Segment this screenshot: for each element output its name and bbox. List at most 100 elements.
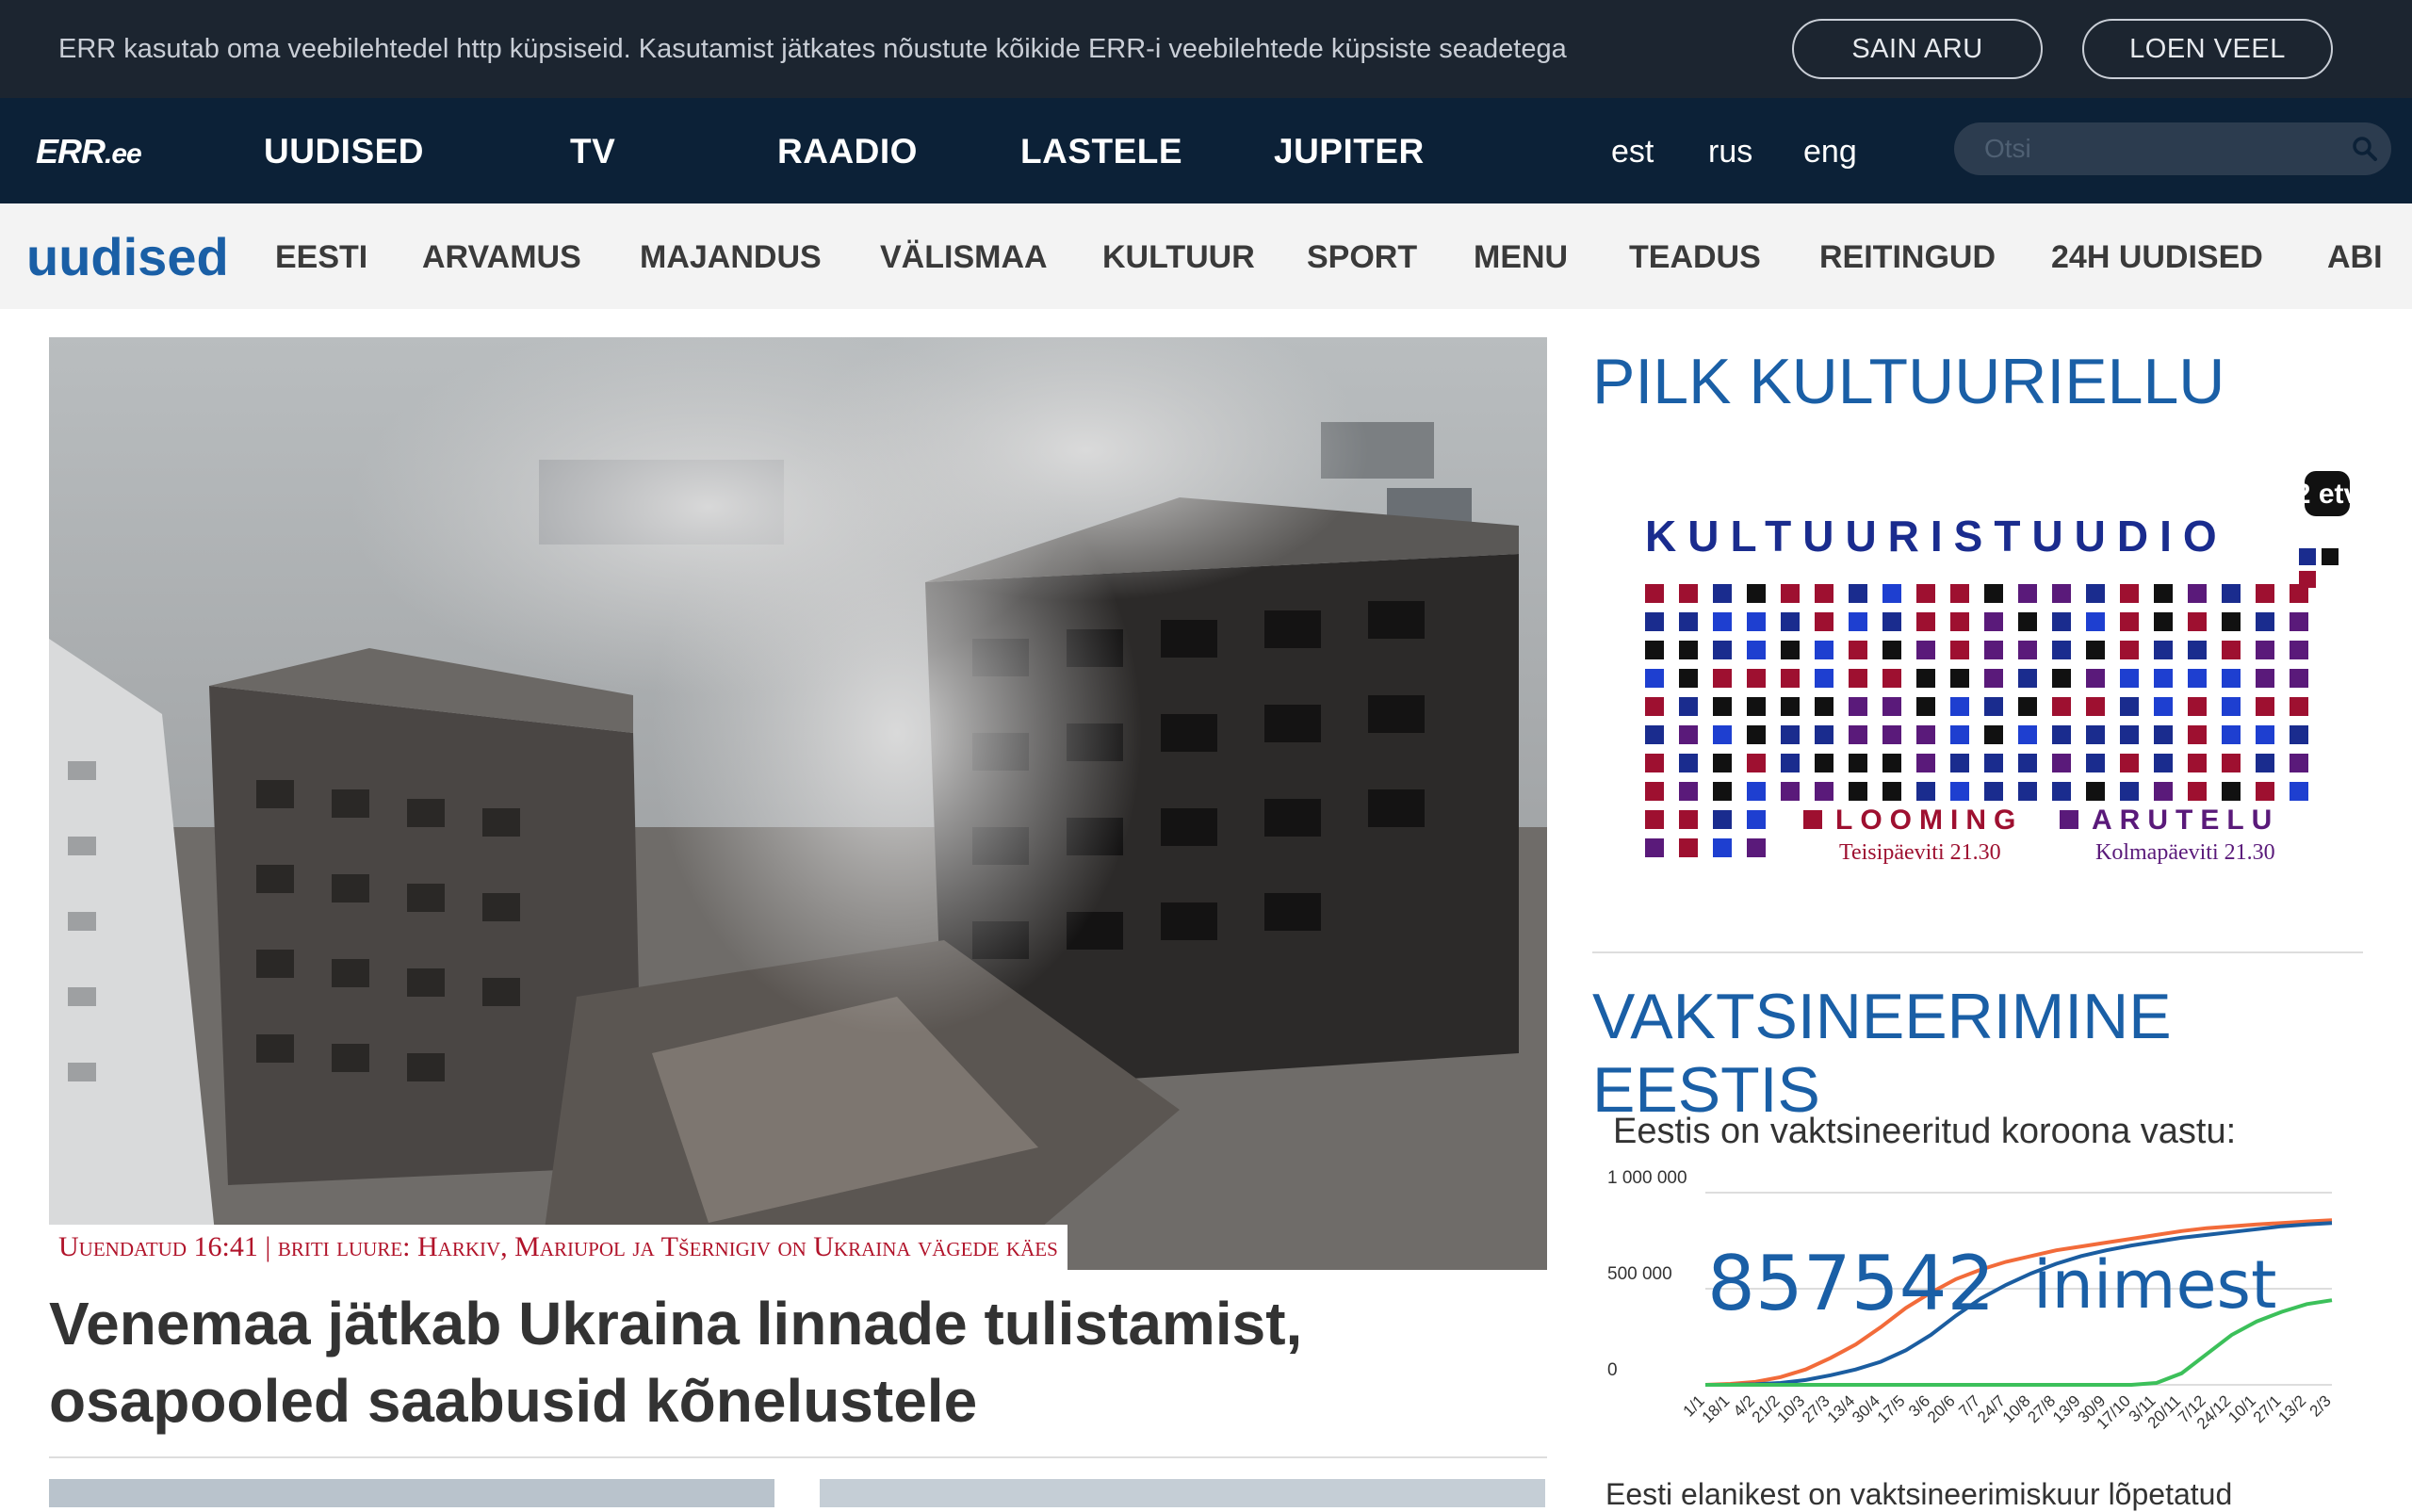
err-logo[interactable]: ERR.ee [36, 132, 142, 171]
subnav-arvamus[interactable]: ARVAMUS [422, 239, 581, 276]
banner-title: KULTUURISTUUDIO [1645, 512, 2228, 561]
pattern-square [1645, 584, 1664, 603]
pattern-square [1984, 725, 2003, 744]
pattern-square [1645, 782, 1664, 801]
nav-jupiter[interactable]: JUPITER [1274, 132, 1425, 171]
pattern-square [2154, 697, 2173, 716]
pattern-square [2222, 754, 2241, 772]
pattern-square [1645, 669, 1664, 688]
pattern-square [1679, 725, 1698, 744]
lang-rus[interactable]: rus [1708, 134, 1752, 171]
subnav-menu[interactable]: MENU [1474, 239, 1568, 276]
pattern-square [1916, 612, 1935, 631]
pattern-square [1645, 838, 1664, 857]
pattern-square [1950, 782, 1969, 801]
pattern-square [1882, 782, 1901, 801]
vaccination-chart[interactable]: 1 000 000500 0000 1/118/14/221/210/327/3… [1602, 1157, 2355, 1449]
pattern-square [2154, 782, 2173, 801]
pattern-square [1747, 584, 1766, 603]
hero-caption[interactable]: Uuendatud 16:41 | briti luure: Harkiv, M… [49, 1225, 1067, 1270]
pattern-square [2222, 725, 2241, 744]
vaccination-subtitle: Eestis on vaktsineeritud koroona vastu: [1613, 1112, 2237, 1151]
pattern-square [1781, 641, 1800, 659]
pattern-square [1679, 782, 1698, 801]
pattern-square [2256, 782, 2274, 801]
pattern-square [2222, 612, 2241, 631]
search-input[interactable] [1984, 132, 2342, 166]
pattern-square [2086, 641, 2105, 659]
pattern-square [2086, 612, 2105, 631]
pattern-square [2086, 782, 2105, 801]
x-tick-label: 2/3 [2306, 1391, 2335, 1420]
pattern-square [2256, 584, 2274, 603]
kultuuristuudio-banner[interactable]: KULTUURISTUUDIO 2 etv LOOMING Teisipäevi… [1602, 462, 2374, 886]
pattern-square [1781, 669, 1800, 688]
pattern-square [1781, 725, 1800, 744]
pattern-square [2086, 584, 2105, 603]
subnav-24h-uudised[interactable]: 24H UUDISED [2051, 239, 2263, 276]
section-brand[interactable]: uudised [26, 226, 229, 287]
divider [49, 1456, 1547, 1458]
subnav-teadus[interactable]: TEADUS [1629, 239, 1761, 276]
pattern-square [1713, 754, 1732, 772]
subnav-kultuur[interactable]: KULTUUR [1102, 239, 1255, 276]
pattern-square [1950, 754, 1969, 772]
pattern-square [2256, 612, 2274, 631]
y-tick-label: 0 [1607, 1360, 1618, 1380]
pattern-square [1815, 725, 1833, 744]
vaccination-heading[interactable]: VAKTSINEERIMINE EESTIS [1592, 980, 2412, 1127]
search-icon[interactable] [2352, 136, 2378, 162]
nav-tv[interactable]: TV [570, 132, 615, 171]
pattern-square [1984, 697, 2003, 716]
cookie-read-more-button[interactable]: LOEN VEEL [2082, 19, 2333, 79]
pattern-square [1950, 612, 1969, 631]
pattern-square [1815, 584, 1833, 603]
subnav-eesti[interactable]: EESTI [275, 239, 367, 276]
x-tick-label: 17/5 [1874, 1391, 1909, 1426]
nav-uudised[interactable]: UUDISED [264, 132, 424, 171]
article-thumbnail[interactable] [820, 1479, 1545, 1507]
pattern-square [2120, 725, 2139, 744]
lang-est[interactable]: est [1611, 134, 1654, 171]
pattern-square [2188, 782, 2207, 801]
pattern-square [1679, 697, 1698, 716]
nav-raadio[interactable]: RAADIO [777, 132, 918, 171]
hero-image[interactable] [49, 337, 1547, 1270]
pattern-square [1849, 584, 1867, 603]
pattern-square [1747, 782, 1766, 801]
culture-heading[interactable]: PILK KULTUURIELLU [1592, 345, 2225, 418]
pattern-square [2299, 548, 2316, 565]
pattern-square [1984, 754, 2003, 772]
pattern-square [1679, 754, 1698, 772]
subnav-abi[interactable]: ABI [2327, 239, 2383, 276]
pattern-square [2154, 584, 2173, 603]
pattern-square [1882, 612, 1901, 631]
x-tick-label: 13/2 [2274, 1391, 2309, 1426]
subnav-sport[interactable]: SPORT [1307, 239, 1417, 276]
pattern-square [2052, 584, 2071, 603]
pattern-square [2120, 697, 2139, 716]
cookie-accept-button[interactable]: SAIN ARU [1792, 19, 2043, 79]
pattern-square [1747, 838, 1766, 857]
pattern-square [1679, 584, 1698, 603]
pattern-square [1679, 641, 1698, 659]
pattern-square [2222, 641, 2241, 659]
pattern-square [2018, 584, 2037, 603]
subnav-reitingud[interactable]: REITINGUD [1819, 239, 1996, 276]
subnav-majandus[interactable]: MAJANDUS [640, 239, 822, 276]
pattern-square [2018, 782, 2037, 801]
article-headline[interactable]: Venemaa jätkab Ukraina linnade tulistami… [49, 1285, 1547, 1439]
pattern-square [1645, 754, 1664, 772]
pattern-square [2290, 782, 2308, 801]
show1-time: Teisipäeviti 21.30 [1839, 840, 2001, 865]
subnav-valismaa[interactable]: VÄLISMAA [880, 239, 1048, 276]
pattern-square [2154, 612, 2173, 631]
pattern-square [2256, 754, 2274, 772]
article-thumbnail[interactable] [49, 1479, 774, 1507]
pattern-square [2086, 669, 2105, 688]
cookie-message: ERR kasutab oma veebilehtedel http küpsi… [58, 34, 1567, 64]
pattern-square [1747, 669, 1766, 688]
pattern-square [1645, 725, 1664, 744]
nav-lastele[interactable]: LASTELE [1020, 132, 1182, 171]
lang-eng[interactable]: eng [1803, 134, 1857, 171]
